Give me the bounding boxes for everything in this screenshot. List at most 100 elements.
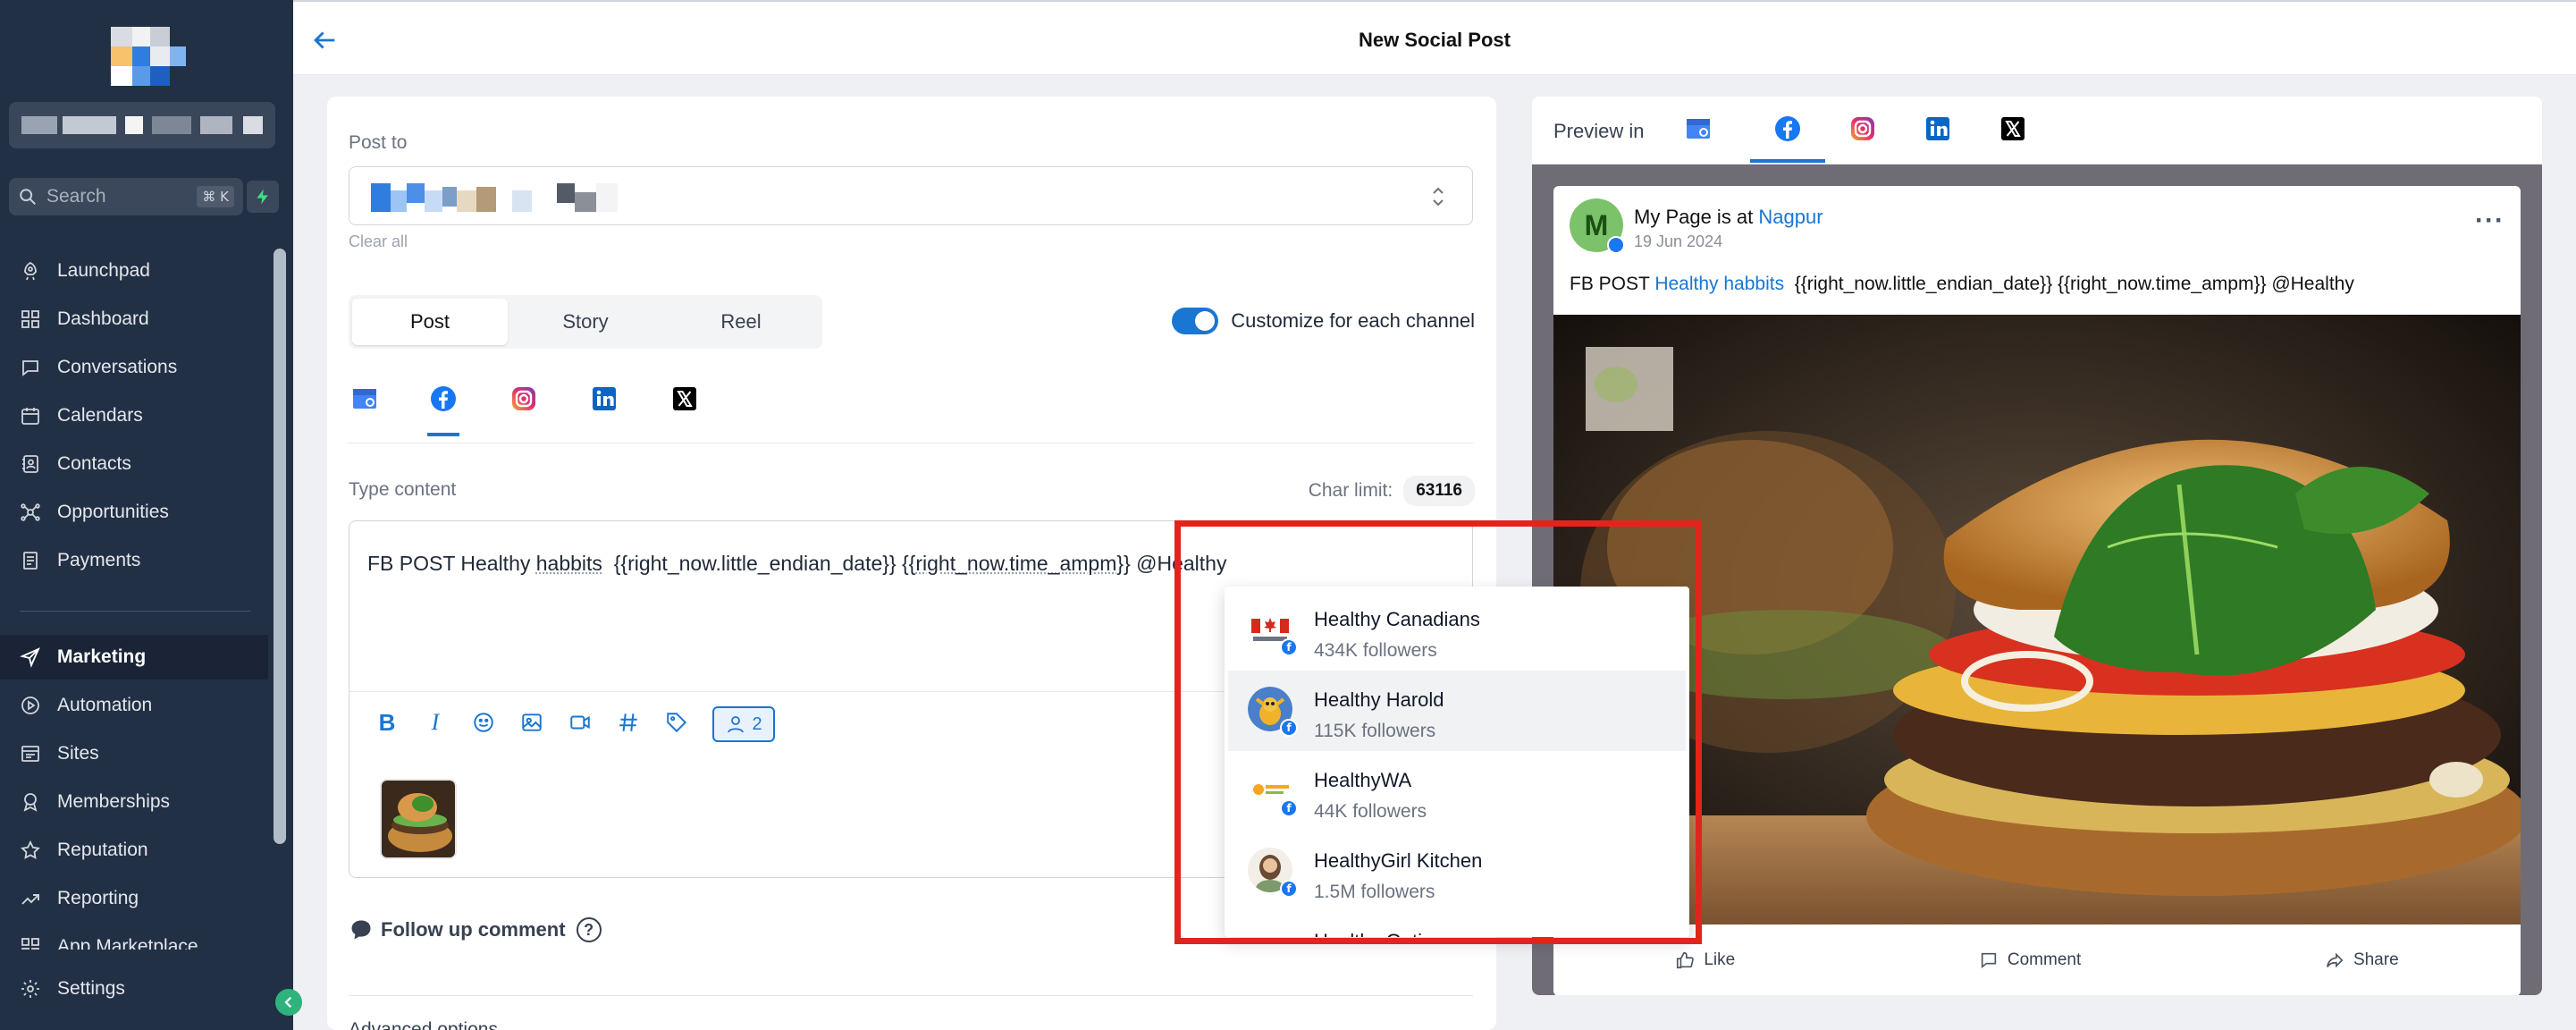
emoji-icon bbox=[474, 713, 493, 732]
tag-button[interactable] bbox=[664, 710, 689, 735]
clear-all-link[interactable]: Clear all bbox=[349, 232, 408, 251]
star-icon bbox=[21, 840, 40, 859]
automation-icon bbox=[21, 697, 39, 714]
content-misspelled-token: right_now.time_ampm bbox=[915, 552, 1117, 575]
sidebar-item-label: Settings bbox=[57, 978, 125, 999]
post-type-reel[interactable]: Reel bbox=[663, 299, 819, 345]
preview-tab-x[interactable] bbox=[1999, 114, 2027, 143]
post-type-post[interactable]: Post bbox=[352, 299, 508, 345]
user-tag-icon bbox=[728, 716, 745, 733]
sidebar-item-settings[interactable]: Settings bbox=[0, 967, 268, 1011]
emoji-button[interactable] bbox=[471, 710, 496, 735]
gear-icon bbox=[21, 980, 39, 998]
sidebar-item-payments[interactable]: Payments bbox=[0, 538, 268, 583]
post-date: 19 Jun 2024 bbox=[1634, 232, 1723, 250]
post-to-select[interactable] bbox=[349, 166, 1473, 225]
sidebar-item-reporting[interactable]: Reporting bbox=[0, 876, 268, 921]
tab-linkedin[interactable] bbox=[588, 383, 620, 429]
preview-tab-linkedin[interactable] bbox=[1924, 114, 1952, 143]
sidebar-item-automation[interactable]: Automation bbox=[0, 683, 268, 728]
sidebar-item-label: Memberships bbox=[57, 791, 171, 812]
share-action[interactable]: Share bbox=[2325, 950, 2399, 970]
preview-tab-indicator bbox=[1750, 159, 1825, 163]
sidebar-scrollbar[interactable] bbox=[274, 249, 286, 844]
sidebar-item-sites[interactable]: Sites bbox=[0, 731, 268, 776]
mention-button[interactable]: 2 bbox=[712, 706, 775, 742]
hashtag-button[interactable] bbox=[616, 710, 641, 735]
tab-facebook[interactable] bbox=[427, 383, 459, 436]
sites-icon bbox=[21, 746, 39, 762]
tab-instagram[interactable] bbox=[508, 383, 540, 429]
post-type-story[interactable]: Story bbox=[508, 299, 663, 345]
page-name-text: My Page is at bbox=[1634, 206, 1759, 228]
advanced-options-toggle[interactable]: Advanced options bbox=[349, 1019, 498, 1030]
sidebar-item-memberships[interactable]: Memberships bbox=[0, 780, 268, 824]
preview-label: Preview in bbox=[1553, 120, 1645, 142]
attached-media-thumbnail[interactable] bbox=[380, 779, 457, 859]
sidebar-item-launchpad[interactable]: Launchpad bbox=[0, 249, 268, 293]
quick-actions-button[interactable] bbox=[247, 181, 279, 213]
preview-tab-google-business[interactable] bbox=[1684, 114, 1713, 143]
hashtag-icon bbox=[619, 713, 637, 731]
tag-icon bbox=[667, 713, 687, 733]
content-segment: {{right_now.little_endian_date}} {{ bbox=[602, 552, 916, 575]
help-icon[interactable]: ? bbox=[576, 917, 602, 942]
italic-button[interactable]: I bbox=[423, 709, 448, 735]
account-switcher[interactable] bbox=[9, 102, 275, 148]
video-button[interactable] bbox=[568, 710, 593, 735]
sidebar-search-input[interactable]: Search ⌘ K bbox=[9, 178, 243, 215]
customize-channel-row: Customize for each channel bbox=[1172, 308, 1475, 334]
tab-google-business[interactable] bbox=[349, 383, 381, 429]
company-logo[interactable] bbox=[111, 27, 186, 86]
sidebar-item-dashboard[interactable]: Dashboard bbox=[0, 297, 268, 342]
facebook-badge-icon bbox=[1607, 236, 1625, 254]
chat-icon bbox=[22, 360, 38, 376]
sidebar-item-opportunities[interactable]: Opportunities bbox=[0, 490, 268, 535]
char-limit: Char limit: 63116 bbox=[1309, 476, 1475, 506]
sidebar-item-reputation[interactable]: Reputation bbox=[0, 828, 268, 873]
preview-tab-instagram[interactable] bbox=[1848, 114, 1877, 143]
page-location-link[interactable]: Nagpur bbox=[1758, 206, 1823, 228]
post-text: FB POST Healthy habbits {{right_now.litt… bbox=[1570, 274, 2354, 295]
sidebar-item-marketing[interactable]: Marketing bbox=[0, 635, 268, 680]
preview-tab-facebook[interactable] bbox=[1773, 114, 1802, 143]
bolt-icon bbox=[257, 189, 268, 205]
like-action[interactable]: Like bbox=[1675, 950, 1735, 970]
sidebar-item-contacts[interactable]: Contacts bbox=[0, 442, 268, 486]
instagram-icon bbox=[1851, 117, 1874, 140]
linkedin-icon bbox=[1926, 117, 1949, 140]
sidebar-item-conversations[interactable]: Conversations bbox=[0, 345, 268, 390]
char-limit-label: Char limit: bbox=[1308, 480, 1393, 501]
video-icon bbox=[570, 715, 590, 730]
chevron-left-icon bbox=[284, 996, 292, 1009]
sidebar-item-calendars[interactable]: Calendars bbox=[0, 393, 268, 438]
memberships-icon bbox=[23, 793, 38, 812]
tab-x[interactable] bbox=[669, 383, 701, 429]
sidebar-item-label: Contacts bbox=[57, 453, 131, 474]
top-header: New Social Post bbox=[293, 0, 2576, 75]
more-options-icon[interactable]: ··· bbox=[2475, 206, 2504, 236]
bold-button[interactable]: B bbox=[375, 709, 400, 736]
x-icon bbox=[2001, 117, 2025, 140]
follow-up-comment-toggle[interactable]: Follow up comment ? bbox=[349, 917, 602, 942]
post-content-text[interactable]: FB POST Healthy habbits {{right_now.litt… bbox=[367, 552, 1226, 576]
customize-label: Customize for each channel bbox=[1231, 309, 1475, 332]
comment-action[interactable]: Comment bbox=[1979, 950, 2081, 970]
image-icon bbox=[522, 713, 542, 731]
image-button[interactable] bbox=[519, 710, 544, 735]
collapse-sidebar-button[interactable] bbox=[275, 989, 302, 1016]
contacts-icon bbox=[22, 455, 38, 473]
rocket-icon bbox=[24, 261, 37, 281]
dashboard-icon bbox=[21, 310, 39, 328]
customize-toggle[interactable] bbox=[1172, 308, 1219, 334]
sidebar: Search ⌘ K Launchpad Dashboard Conversat… bbox=[0, 0, 302, 1030]
sidebar-item-label: Calendars bbox=[57, 405, 143, 426]
comment-icon bbox=[1981, 952, 1997, 969]
content-misspelled-word: habbits bbox=[535, 552, 602, 575]
like-label: Like bbox=[1704, 950, 1736, 969]
google-business-icon bbox=[353, 389, 376, 409]
share-label: Share bbox=[2353, 950, 2399, 969]
search-shortcut: ⌘ K bbox=[197, 186, 234, 207]
page-name: My Page is at Nagpur bbox=[1634, 206, 1823, 229]
post-text-link[interactable]: Healthy habbits bbox=[1654, 274, 1784, 294]
